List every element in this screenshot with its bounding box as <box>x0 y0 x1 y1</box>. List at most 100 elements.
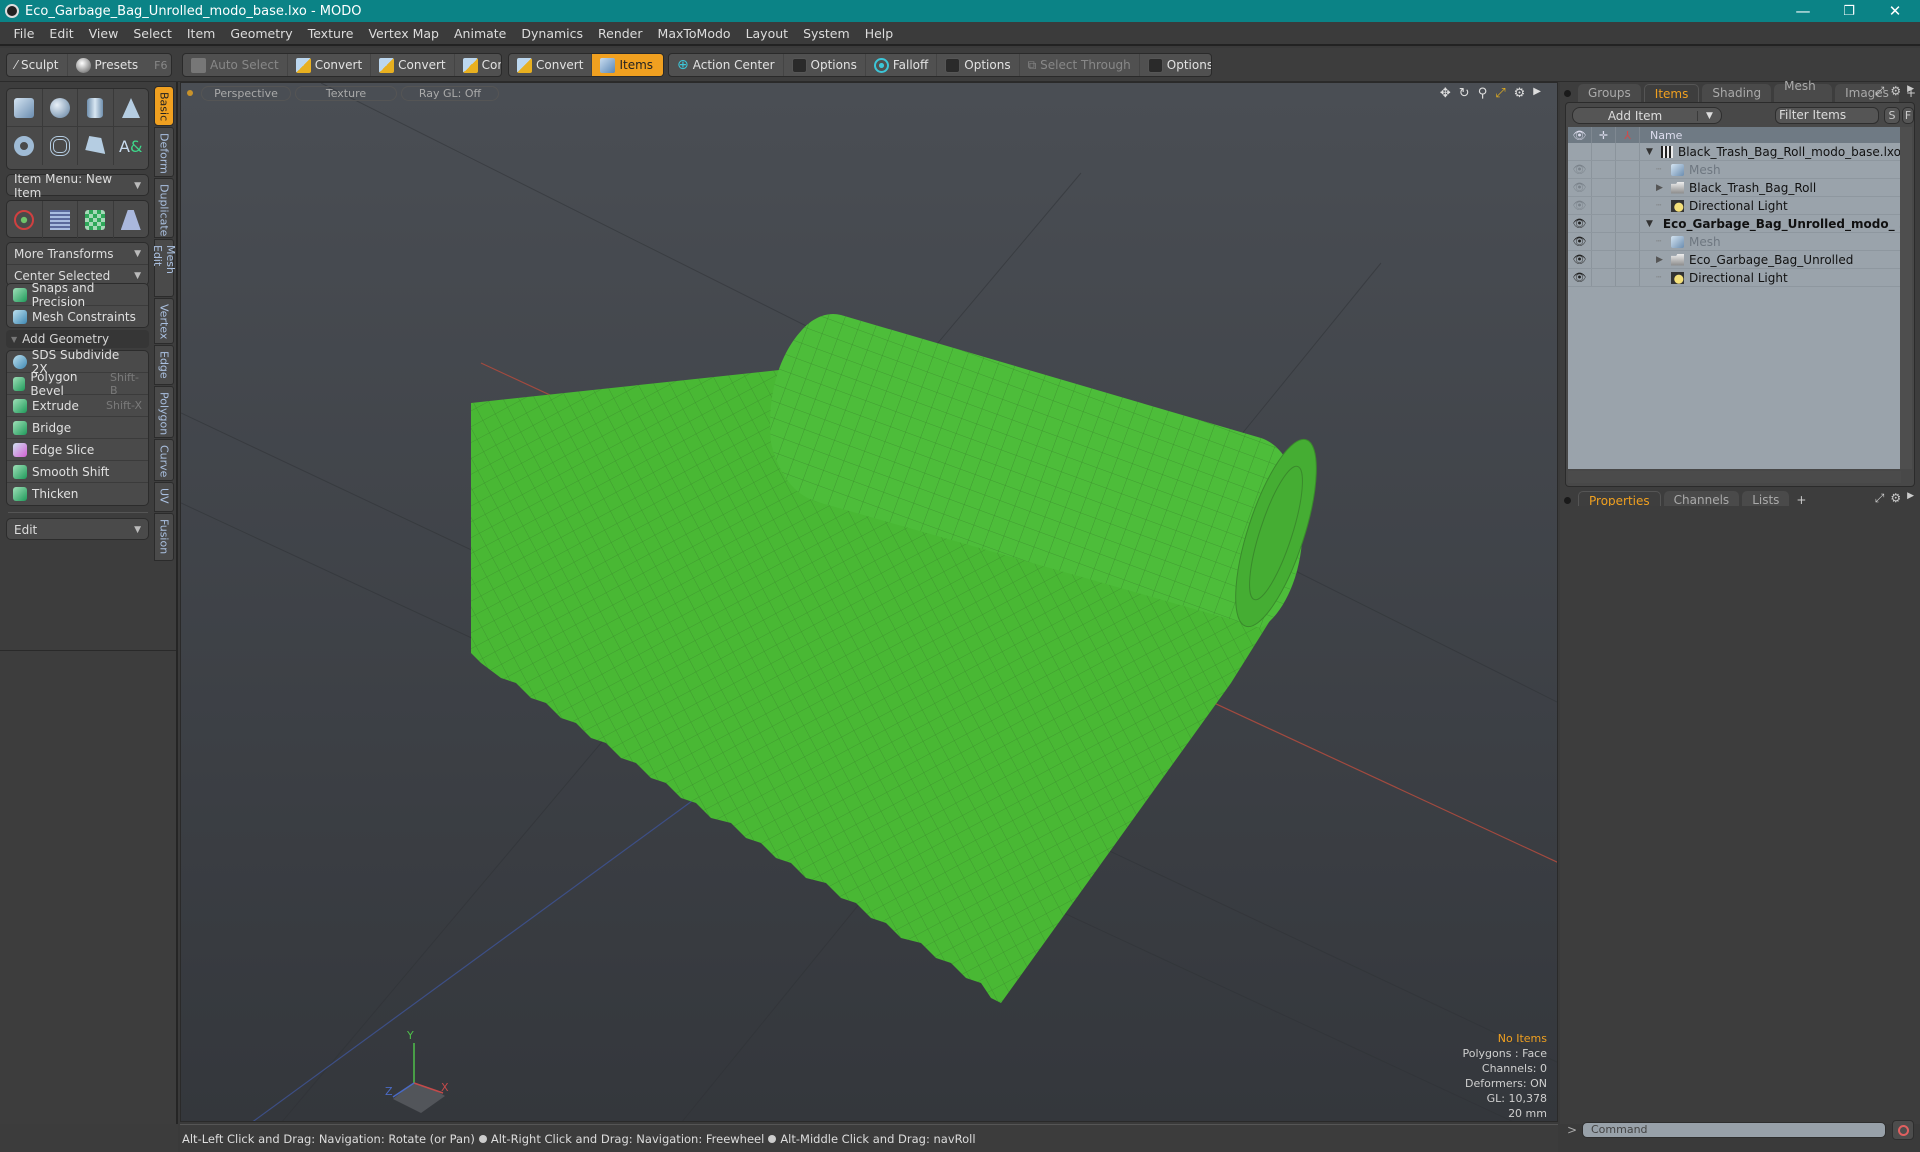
menu-item[interactable]: Item <box>179 26 222 41</box>
select-through-options-button[interactable]: Options <box>1140 54 1211 76</box>
tab-duplicate[interactable]: Duplicate <box>154 178 174 238</box>
bridge-button[interactable]: Bridge <box>7 417 148 439</box>
cube-primitive-button[interactable] <box>7 89 43 126</box>
extrude-button[interactable]: Extrude Shift-X <box>7 395 148 417</box>
tab-deform[interactable]: Deform <box>154 127 174 177</box>
tab-shading[interactable]: Shading <box>1702 84 1772 102</box>
rotate-icon[interactable]: ↻ <box>1459 86 1470 101</box>
visibility-eye-icon[interactable]: 👁 <box>1573 163 1587 176</box>
menu-system[interactable]: System <box>796 26 858 41</box>
viewport-scene[interactable] <box>181 83 1558 1122</box>
maximize-button[interactable]: ❐ <box>1826 0 1872 22</box>
cylinder-primitive-button[interactable] <box>78 89 114 126</box>
collapsed-triangle-icon[interactable]: ▶ <box>1656 183 1666 193</box>
render-column-axis-icon[interactable]: ⅄ <box>1616 127 1640 143</box>
tab-polygon[interactable]: Polygon <box>154 386 174 438</box>
shading-mode-button[interactable]: Texture <box>295 85 397 101</box>
lock-column-icon[interactable]: ✛ <box>1592 127 1616 143</box>
convert-items-button[interactable]: Convert <box>509 54 593 76</box>
viewport-menu-arrow-icon[interactable]: ▶ <box>1533 86 1541 101</box>
soft-deform-button[interactable] <box>78 201 114 239</box>
menu-animate[interactable]: Animate <box>447 26 514 41</box>
tree-horizontal-scrollbar[interactable] <box>1568 471 1901 483</box>
tree-row[interactable]: 👁 ▶ Eco_Garbage_Bag_Unrolled <box>1568 251 1901 269</box>
3d-viewport[interactable]: Y X Z Perspective Texture Ray GL: Off ✥ … <box>180 82 1558 1122</box>
tree-row[interactable]: ▼ Black_Trash_Bag_Roll_modo_base.lxo <box>1568 143 1901 161</box>
tree-row[interactable]: 👁 ┄ Mesh <box>1568 233 1901 251</box>
tab-mesh[interactable]: Mesh ... <box>1774 79 1833 107</box>
falloff-button[interactable]: Falloff <box>866 54 938 76</box>
panel-gear-icon[interactable]: ⚙ <box>1890 84 1901 99</box>
tree-row[interactable]: 👁 ┄ Directional Light <box>1568 269 1901 287</box>
maximize-viewport-icon[interactable]: ⤢ <box>1495 86 1505 101</box>
panel-menu-arrow-icon[interactable]: ▶ <box>1907 491 1914 506</box>
tab-groups[interactable]: Groups <box>1578 84 1641 102</box>
visibility-eye-icon[interactable]: 👁 <box>1573 199 1587 212</box>
add-item-dropdown[interactable]: Add Item ▼ <box>1572 107 1722 124</box>
menu-geometry[interactable]: Geometry <box>223 26 300 41</box>
tab-vertex[interactable]: Vertex <box>154 298 174 344</box>
convert-vertices-button[interactable]: Convert <box>288 54 372 76</box>
menu-edit[interactable]: Edit <box>42 26 81 41</box>
tab-curve[interactable]: Curve <box>154 439 174 481</box>
select-through-button[interactable]: ⧉ Select Through <box>1020 54 1140 76</box>
tree-row[interactable]: 👁 ┄ Mesh <box>1568 161 1901 179</box>
menu-select[interactable]: Select <box>126 26 180 41</box>
menu-maxtomodo[interactable]: MaxToModo <box>650 26 738 41</box>
menu-help[interactable]: Help <box>857 26 901 41</box>
tab-fusion[interactable]: Fusion <box>154 513 174 561</box>
text-tool-button[interactable]: A& <box>114 127 149 165</box>
edit-dropdown[interactable]: Edit ▼ <box>6 518 149 540</box>
minimize-button[interactable]: — <box>1780 0 1826 22</box>
expand-panel-icon[interactable]: ⤢ <box>1875 84 1885 99</box>
tree-vertical-scrollbar[interactable] <box>1900 127 1912 469</box>
add-geometry-header[interactable]: ▼ Add Geometry <box>6 330 149 348</box>
convert-edges-button[interactable]: Convert <box>371 54 455 76</box>
raygl-button[interactable]: Ray GL: Off <box>401 85 499 101</box>
more-transforms-dropdown[interactable]: More Transforms ▼ <box>7 243 148 265</box>
f-filter-button[interactable]: F <box>1902 107 1914 124</box>
presets-button[interactable]: Presets F6 <box>68 54 172 76</box>
capsule-primitive-button[interactable] <box>43 127 78 165</box>
view-mode-button[interactable]: Perspective <box>201 85 291 101</box>
panel-menu-dot[interactable] <box>1564 497 1571 504</box>
panel-menu-dot[interactable] <box>1564 90 1571 97</box>
taper-tool-button[interactable] <box>114 201 149 239</box>
zoom-magnifier-icon[interactable]: ⚲ <box>1478 86 1488 101</box>
items-mode-button[interactable]: Items 5 <box>592 54 663 76</box>
visibility-eye-icon[interactable]: 👁 <box>1573 217 1587 230</box>
menu-view[interactable]: View <box>81 26 126 41</box>
visibility-eye-icon[interactable]: 👁 <box>1573 235 1587 248</box>
convert-polygons-button[interactable]: Convert <box>455 54 501 76</box>
tab-mesh-edit[interactable]: Mesh Edit <box>151 239 177 297</box>
visibility-column-eye-icon[interactable]: 👁 <box>1568 127 1592 143</box>
lattice-tool-button[interactable] <box>43 201 78 239</box>
viewport-settings-gear-icon[interactable]: ⚙ <box>1514 86 1526 101</box>
menu-render[interactable]: Render <box>591 26 651 41</box>
panel-gear-icon[interactable]: ⚙ <box>1890 491 1901 506</box>
tab-basic[interactable]: Basic <box>154 86 174 126</box>
tree-row[interactable]: 👁 ┄ Directional Light <box>1568 197 1901 215</box>
menu-file[interactable]: File <box>6 26 42 41</box>
tab-edge[interactable]: Edge <box>154 345 174 385</box>
visibility-eye-icon[interactable]: 👁 <box>1573 253 1587 266</box>
filter-items-input[interactable]: Filter Items <box>1775 107 1879 124</box>
tab-items[interactable]: Items <box>1643 84 1700 102</box>
action-center-options-button[interactable]: Options <box>784 54 866 76</box>
record-macro-button[interactable] <box>1892 1120 1914 1140</box>
pan-move-icon[interactable]: ✥ <box>1440 86 1451 101</box>
thicken-button[interactable]: Thicken <box>7 483 148 505</box>
auto-select-button[interactable]: Auto Select <box>183 54 288 76</box>
panel-menu-arrow-icon[interactable]: ▶ <box>1907 84 1914 99</box>
menu-texture[interactable]: Texture <box>300 26 361 41</box>
s-filter-button[interactable]: S <box>1884 107 1900 124</box>
transform-tool-button[interactable] <box>7 201 43 239</box>
expand-triangle-icon[interactable]: ▼ <box>1646 219 1653 229</box>
command-input[interactable]: Command <box>1582 1122 1886 1138</box>
visibility-eye-icon[interactable]: 👁 <box>1573 181 1587 194</box>
expand-panel-icon[interactable]: ⤢ <box>1875 491 1885 506</box>
sphere-primitive-button[interactable] <box>43 89 78 126</box>
sculpt-button[interactable]: ⁄ Sculpt <box>7 54 68 76</box>
menu-layout[interactable]: Layout <box>738 26 796 41</box>
menu-dynamics[interactable]: Dynamics <box>514 26 591 41</box>
